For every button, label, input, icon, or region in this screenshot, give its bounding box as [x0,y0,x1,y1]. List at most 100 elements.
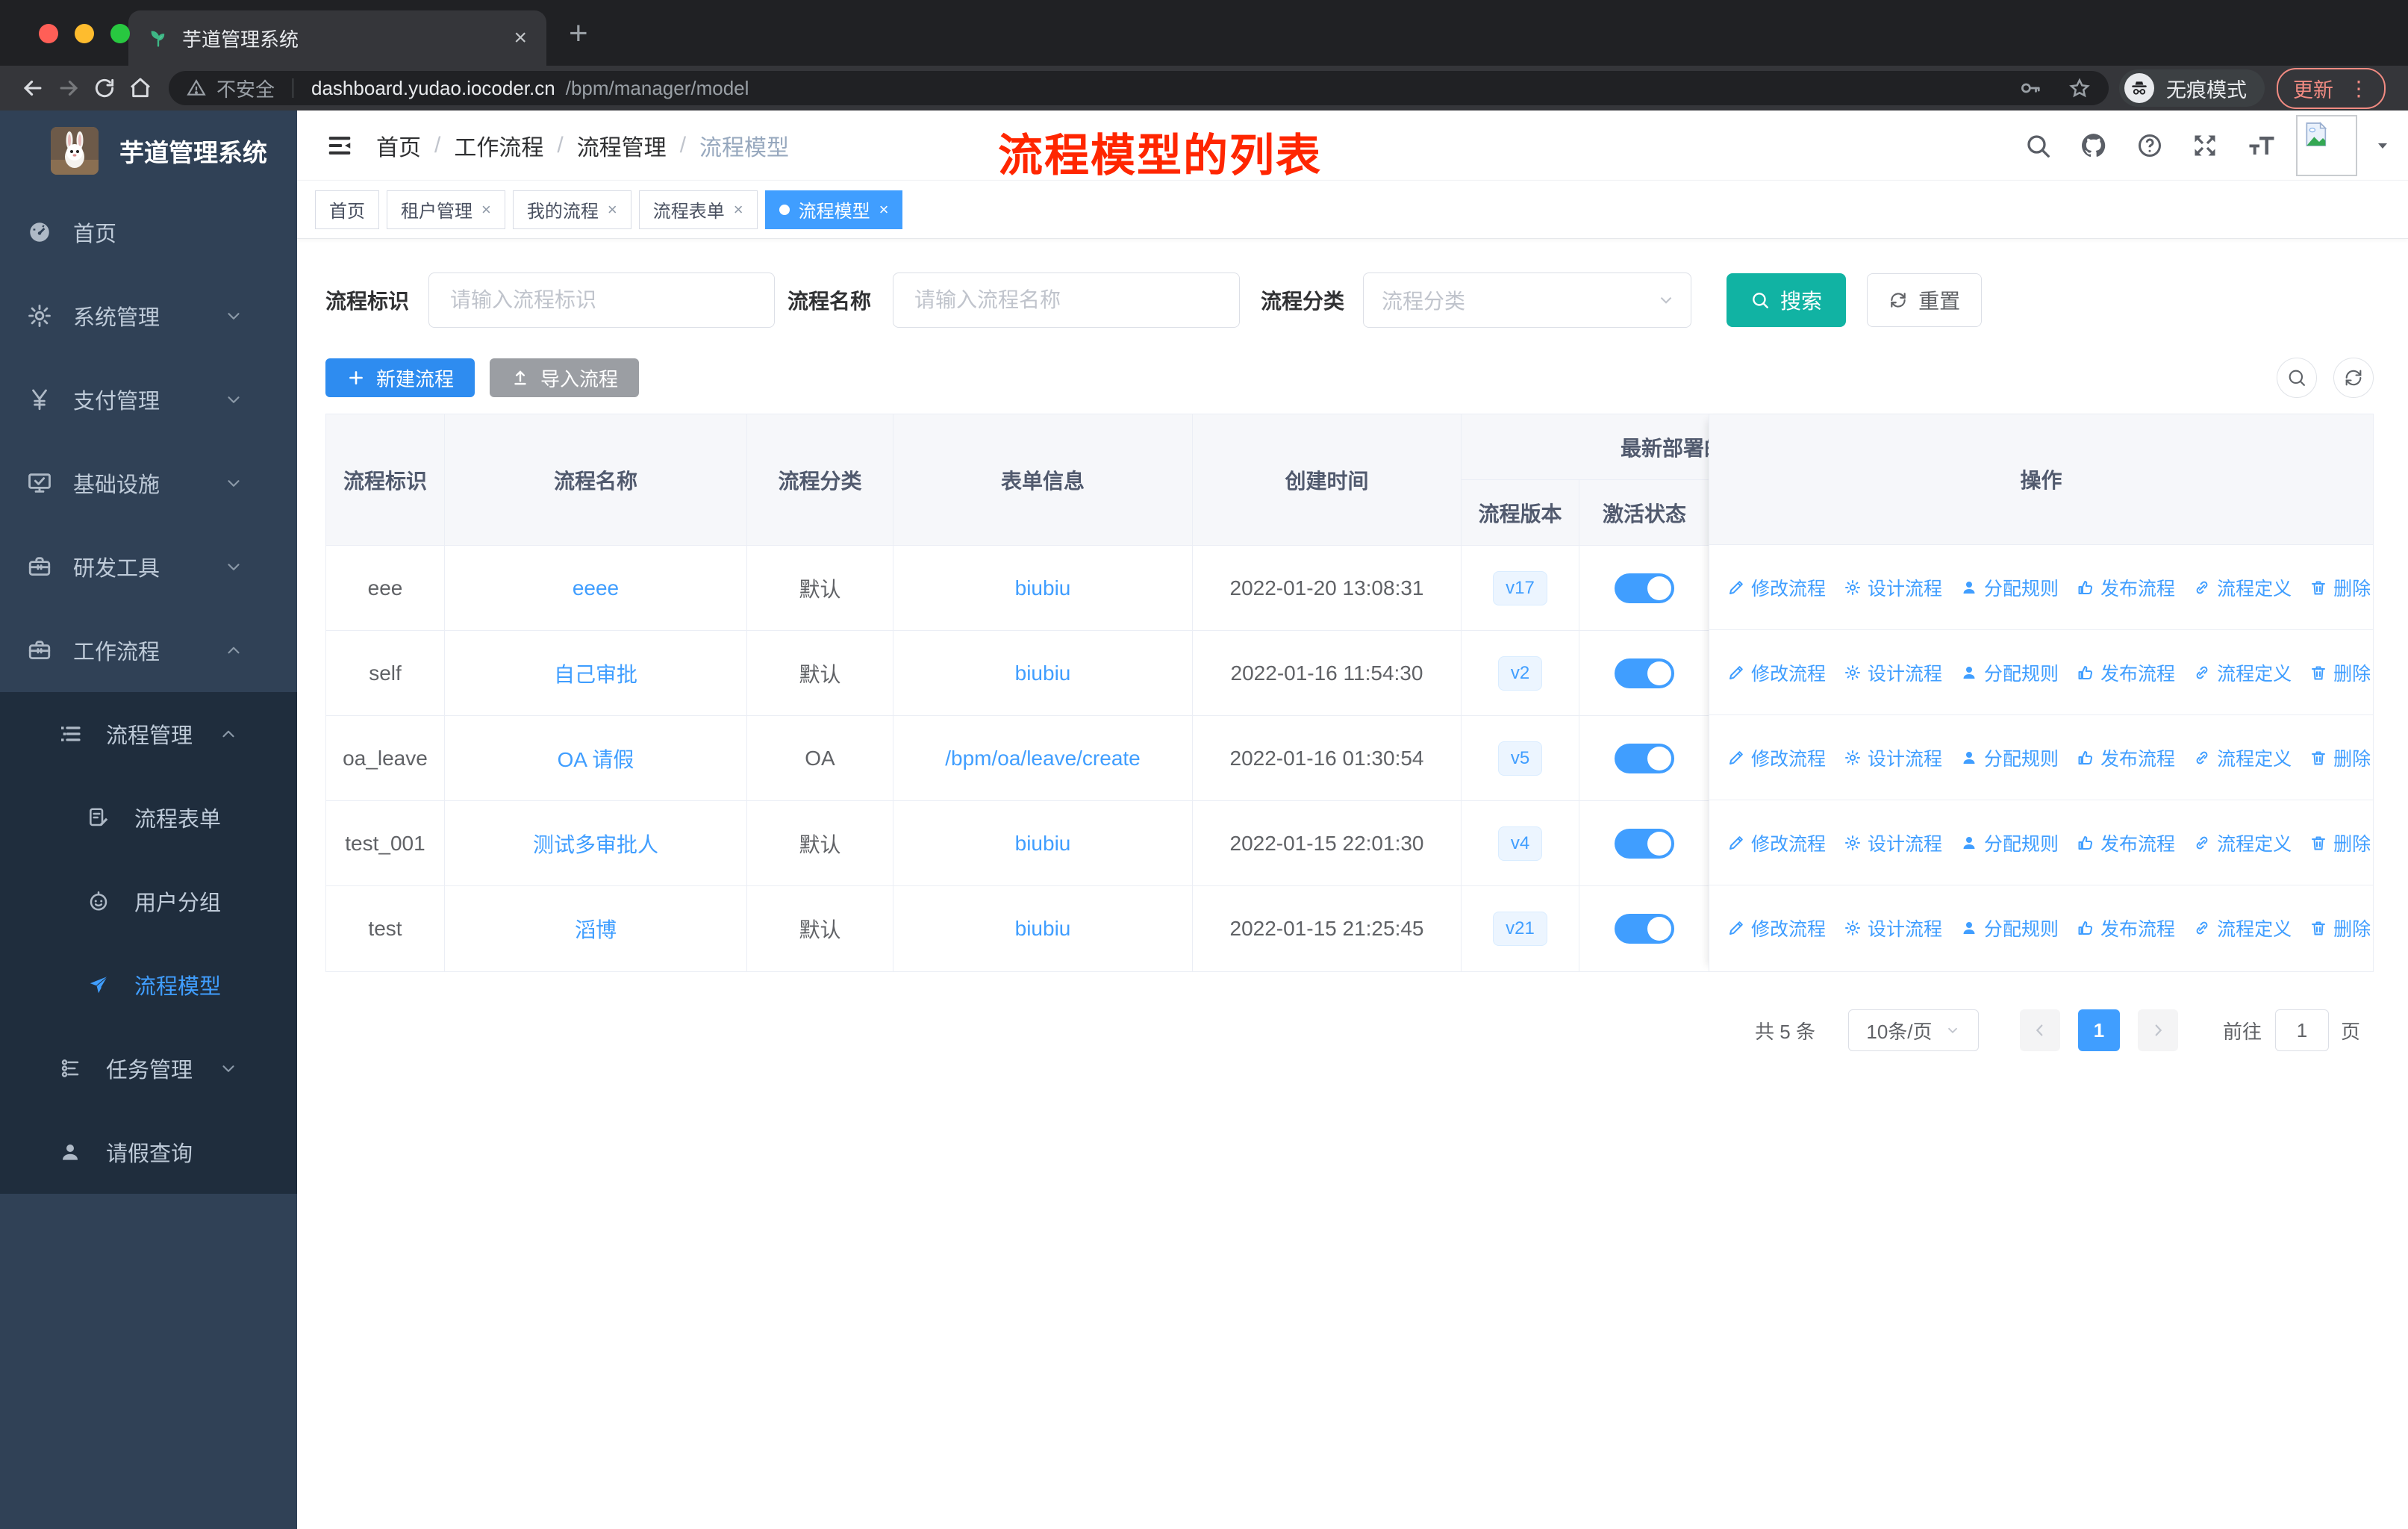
tag-chip-租户管理[interactable]: 租户管理 × [387,190,505,229]
action-publish[interactable]: 发布流程 [2077,574,2175,601]
fullscreen-icon[interactable] [2192,132,2218,159]
action-definition[interactable]: 流程定义 [2193,915,2292,941]
tag-chip-流程模型[interactable]: 流程模型 × [764,190,903,229]
action-design[interactable]: 设计流程 [1844,829,1942,856]
help-icon[interactable] [2136,132,2163,159]
form-info-link[interactable]: biubiu [1015,917,1071,941]
next-page-button[interactable] [2137,1009,2178,1051]
prev-page-button[interactable] [2019,1009,2060,1051]
action-delete[interactable]: 删除 [2309,574,2371,601]
toggle-search-button[interactable] [2277,358,2317,398]
back-icon[interactable] [15,75,51,101]
sidebar-item-home[interactable]: 首页 [0,190,297,274]
action-design[interactable]: 设计流程 [1844,574,1942,601]
user-avatar[interactable] [2296,114,2357,176]
model-name-link[interactable]: OA 请假 [558,744,634,773]
tag-close-icon[interactable]: × [734,200,743,219]
sidebar-item-leave-query[interactable]: 请假查询 [0,1110,297,1194]
goto-page-input[interactable] [2274,1009,2329,1051]
filter-name-input[interactable] [893,273,1241,328]
tag-chip-流程表单[interactable]: 流程表单 × [638,190,758,229]
action-assign[interactable]: 分配规则 [1960,574,2059,601]
window-close-button[interactable] [39,24,58,43]
action-delete[interactable]: 删除 [2309,915,2371,941]
avatar-caret-icon[interactable] [2374,137,2392,155]
security-label[interactable]: 不安全 [216,75,275,102]
action-delete[interactable]: 删除 [2309,659,2371,686]
form-info-link[interactable]: /bpm/oa/leave/create [945,747,1141,770]
tag-chip-首页[interactable]: 首页 [315,190,379,229]
action-definition[interactable]: 流程定义 [2193,744,2292,771]
search-button[interactable]: 搜索 [1727,273,1847,327]
sidebar-item-workflow[interactable]: 工作流程 [0,608,297,692]
window-minimize-button[interactable] [75,24,94,43]
action-definition[interactable]: 流程定义 [2193,659,2292,686]
model-name-link[interactable]: 测试多审批人 [533,829,658,859]
action-definition[interactable]: 流程定义 [2193,829,2292,856]
sidebar-item-payment[interactable]: 支付管理 [0,358,297,441]
search-icon[interactable] [2024,132,2051,159]
active-switch[interactable] [1615,828,1674,859]
browser-menu-icon[interactable]: ⋮ [2348,76,2369,101]
action-assign[interactable]: 分配规则 [1960,915,2059,941]
current-page-button[interactable]: 1 [2077,1009,2120,1051]
action-design[interactable]: 设计流程 [1844,659,1942,686]
active-switch[interactable] [1615,914,1674,944]
tag-close-icon[interactable]: × [879,200,889,219]
action-delete[interactable]: 删除 [2309,744,2371,771]
tag-close-icon[interactable]: × [481,200,491,219]
action-definition[interactable]: 流程定义 [2193,574,2292,601]
action-publish[interactable]: 发布流程 [2077,915,2175,941]
filter-category-select[interactable]: 流程分类 [1363,273,1692,328]
action-assign[interactable]: 分配规则 [1960,829,2059,856]
breadcrumb-item[interactable]: 首页 [376,129,421,162]
action-modify[interactable]: 修改流程 [1727,744,1826,771]
active-switch[interactable] [1615,573,1674,603]
sidebar-item-process-mgmt[interactable]: 流程管理 [0,692,297,776]
action-delete[interactable]: 删除 [2309,829,2371,856]
active-switch[interactable] [1615,743,1674,773]
tab-close-icon[interactable]: × [514,25,527,51]
form-info-link[interactable]: biubiu [1015,832,1071,856]
action-modify[interactable]: 修改流程 [1727,915,1826,941]
sidebar-item-system[interactable]: 系统管理 [0,274,297,358]
action-modify[interactable]: 修改流程 [1727,829,1826,856]
home-icon[interactable] [122,76,158,100]
form-info-link[interactable]: biubiu [1015,661,1071,685]
action-design[interactable]: 设计流程 [1844,915,1942,941]
model-name-link[interactable]: 滔博 [575,914,617,944]
browser-update-button[interactable]: 更新 ⋮ [2277,67,2386,109]
sidebar-item-devtools[interactable]: 研发工具 [0,525,297,608]
breadcrumb-item[interactable]: 工作流程 [454,129,543,162]
action-assign[interactable]: 分配规则 [1960,659,2059,686]
active-switch[interactable] [1615,658,1674,688]
github-icon[interactable] [2080,131,2108,160]
action-publish[interactable]: 发布流程 [2077,744,2175,771]
sidebar-item-process-form[interactable]: 流程表单 [0,776,297,859]
bookmark-star-icon[interactable] [2068,77,2091,99]
update-label[interactable]: 更新 [2293,74,2333,103]
form-info-link[interactable]: biubiu [1015,576,1071,600]
refresh-table-button[interactable] [2333,358,2374,398]
browser-tab[interactable]: 芋道管理系统 × [128,10,546,66]
model-name-link[interactable]: 自己审批 [554,658,637,688]
action-modify[interactable]: 修改流程 [1727,659,1826,686]
model-name-link[interactable]: eeee [573,576,619,600]
new-tab-button[interactable]: + [569,15,588,52]
action-design[interactable]: 设计流程 [1844,744,1942,771]
tag-chip-我的流程[interactable]: 我的流程 × [512,190,631,229]
tag-close-icon[interactable]: × [608,200,617,219]
address-bar[interactable]: 不安全 dashboard.yudao.iocoder.cn/bpm/manag… [169,71,2109,105]
action-modify[interactable]: 修改流程 [1727,574,1826,601]
window-zoom-button[interactable] [110,24,130,43]
key-icon[interactable] [2019,77,2042,99]
window-controls[interactable] [39,24,130,43]
action-assign[interactable]: 分配规则 [1960,744,2059,771]
page-size-select[interactable]: 10条/页 [1847,1009,1979,1051]
import-process-button[interactable]: 导入流程 [490,358,640,397]
sidebar-item-task-mgmt[interactable]: 任务管理 [0,1027,297,1110]
font-size-icon[interactable] [2247,132,2277,159]
action-publish[interactable]: 发布流程 [2077,659,2175,686]
action-publish[interactable]: 发布流程 [2077,829,2175,856]
sidebar-item-infra[interactable]: 基础设施 [0,441,297,525]
